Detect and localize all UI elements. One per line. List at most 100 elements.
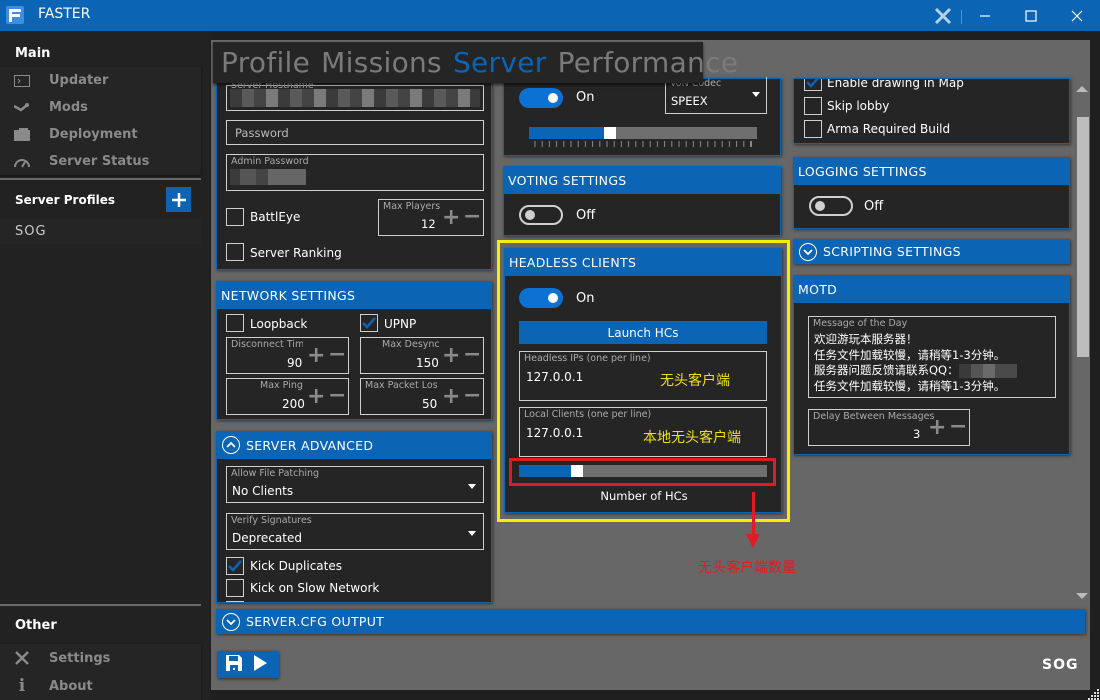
battleye-checkbox[interactable] — [226, 208, 244, 226]
launch-button[interactable] — [254, 654, 267, 675]
dropdown-arrow-icon — [468, 531, 476, 536]
slider-thumb[interactable] — [604, 127, 616, 139]
sidebar-divider-bottom — [0, 604, 201, 606]
password-field[interactable]: Password — [226, 120, 484, 145]
voting-toggle[interactable] — [519, 205, 563, 225]
folder-icon — [12, 128, 32, 141]
scroll-down-arrow[interactable] — [1076, 593, 1088, 599]
toggle-knob — [548, 93, 558, 103]
next-checkbox-partial[interactable] — [226, 601, 244, 602]
redacted-admin-password — [230, 169, 306, 185]
server-ranking-checkbox[interactable] — [226, 243, 244, 261]
server-advanced-header[interactable]: SERVER ADVANCED — [217, 432, 491, 459]
info-icon: i — [18, 676, 26, 696]
hostname-field[interactable]: Server Hostname — [226, 80, 484, 111]
faster-logo-icon — [6, 6, 24, 24]
upnp-checkbox[interactable] — [360, 314, 378, 332]
von-quality-slider[interactable] — [529, 127, 757, 139]
sidebar-heading-other: Other — [15, 618, 57, 633]
gauge-icon — [12, 156, 32, 168]
scroll-up-arrow[interactable] — [1076, 86, 1088, 92]
allow-file-patching-select[interactable]: Allow File Patching No Clients — [226, 466, 484, 503]
minimize-button[interactable] — [962, 0, 1008, 31]
logging-toggle[interactable] — [809, 196, 853, 216]
loopback-checkbox[interactable] — [226, 314, 244, 332]
increment-button[interactable]: + — [928, 417, 946, 439]
scripting-settings-panel: SCRIPTING SETTINGS — [793, 239, 1070, 264]
von-toggle[interactable] — [519, 88, 563, 108]
resize-grip-icon[interactable] — [1088, 688, 1100, 700]
sidebar-item-server-status[interactable]: Server Status — [0, 148, 201, 175]
scrollbar-thumb[interactable] — [1077, 117, 1089, 357]
tab-profile[interactable]: Profile — [221, 46, 310, 79]
increment-button[interactable]: + — [442, 386, 460, 408]
sidebar-divider — [0, 178, 201, 180]
tab-performance[interactable]: Performance — [558, 46, 739, 79]
chevron-down-icon — [222, 612, 240, 631]
save-launch-group — [218, 651, 279, 678]
disconnect-timeout-stepper[interactable]: Disconnect Time 90 + − — [226, 337, 349, 374]
dropdown-arrow-icon — [468, 484, 476, 489]
tab-server[interactable]: Server — [453, 46, 547, 79]
skip-lobby-checkbox[interactable] — [804, 97, 822, 115]
decrement-button[interactable]: − — [328, 344, 346, 366]
save-button[interactable] — [226, 654, 242, 675]
motd-header[interactable]: MOTD — [793, 275, 1070, 303]
arma-required-build-checkbox[interactable] — [804, 120, 822, 138]
maximize-icon — [1025, 9, 1037, 22]
kick-duplicates-checkbox[interactable] — [226, 557, 244, 575]
max-packet-loss-stepper[interactable]: Max Packet Los 50 + − — [360, 378, 484, 415]
decrement-button[interactable]: − — [463, 385, 481, 407]
admin-password-field[interactable]: Admin Password — [226, 154, 484, 191]
sidebar-item-deployment[interactable]: Deployment — [0, 121, 201, 148]
save-icon — [226, 654, 242, 671]
motd-lines: 欢迎游玩本服务器！ 任务文件加载较慢，请稍等1-3分钟。 服务器问题反馈请联系Q… — [814, 332, 1017, 394]
motd-textarea[interactable]: Message of the Day 欢迎游玩本服务器！ 任务文件加载较慢，请稍… — [808, 316, 1056, 398]
scripting-settings-header[interactable]: SCRIPTING SETTINGS — [793, 239, 1070, 264]
network-settings-header[interactable]: NETWORK SETTINGS — [216, 281, 492, 309]
annotation-highlight-hc-slider — [509, 458, 776, 486]
decrement-button[interactable]: − — [463, 344, 481, 366]
motd-panel: MOTD Message of the Day 欢迎游玩本服务器！ 任务文件加载… — [793, 275, 1070, 455]
sidebar-item-settings[interactable]: Settings — [0, 644, 201, 672]
sidebar-main-group: Updater Mods Deployment Server Status — [0, 67, 201, 175]
max-players-stepper[interactable]: Max Players 12 + − — [378, 199, 484, 236]
voting-settings-header[interactable]: VOTING SETTINGS — [503, 166, 781, 194]
maximize-button[interactable] — [1008, 0, 1054, 31]
server-cfg-output-header[interactable]: SERVER.CFG OUTPUT — [216, 609, 1085, 634]
steam-icon — [12, 102, 32, 113]
max-ping-stepper[interactable]: Max Ping 200 + − — [226, 378, 349, 415]
app-title: FASTER — [38, 6, 91, 22]
logging-settings-header[interactable]: LOGGING SETTINGS — [793, 157, 1070, 185]
close-button[interactable] — [1054, 0, 1100, 31]
increment-button[interactable]: + — [442, 345, 460, 367]
window-edge — [1090, 31, 1100, 700]
decrement-button[interactable]: − — [328, 385, 346, 407]
logging-settings-panel: LOGGING SETTINGS Off — [793, 157, 1070, 229]
tools-button[interactable] — [928, 0, 958, 31]
sidebar-item-updater[interactable]: Updater — [0, 67, 201, 94]
server-advanced-panel: SERVER ADVANCED Allow File Patching No C… — [216, 431, 492, 603]
chevron-up-icon — [222, 436, 240, 454]
enable-drawing-checkbox[interactable] — [804, 79, 822, 91]
sidebar-item-about[interactable]: i About — [0, 672, 201, 700]
increment-button[interactable]: + — [307, 386, 325, 408]
tab-missions[interactable]: Missions — [321, 46, 442, 79]
decrement-button[interactable]: − — [949, 416, 967, 438]
verify-signatures-select[interactable]: Verify Signatures Deprecated — [226, 513, 484, 550]
annotation-local-clients: 本地无头客户端 — [643, 430, 741, 446]
sidebar-item-mods[interactable]: Mods — [0, 94, 201, 121]
toggle-knob — [815, 201, 825, 211]
profile-item-sog[interactable]: SOG — [0, 219, 201, 244]
increment-button[interactable]: + — [307, 345, 325, 367]
kick-slow-network-checkbox[interactable] — [226, 579, 244, 597]
network-settings-panel: NETWORK SETTINGS Loopback UPNP Disconnec… — [216, 281, 492, 420]
checkmark-icon — [806, 79, 819, 88]
decrement-button[interactable]: − — [463, 206, 481, 228]
toggle-knob — [525, 210, 535, 220]
add-profile-button[interactable] — [166, 187, 191, 212]
increment-button[interactable]: + — [442, 207, 460, 229]
delay-between-messages-stepper[interactable]: Delay Between Messages 3 + − — [808, 409, 970, 446]
play-icon — [254, 654, 267, 671]
max-desync-stepper[interactable]: Max Desync 150 + − — [360, 337, 484, 374]
